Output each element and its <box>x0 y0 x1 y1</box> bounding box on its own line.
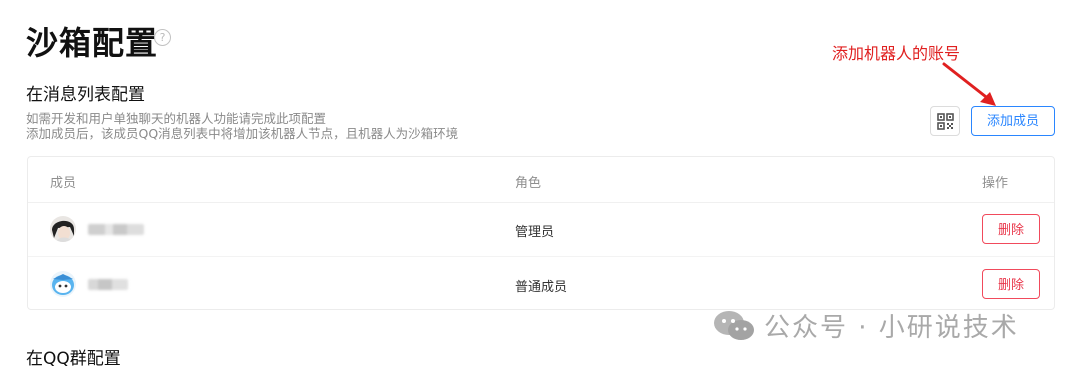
section-title-qq-group: 在QQ群配置 <box>26 349 121 369</box>
page-title: 沙箱配置 <box>26 24 159 62</box>
column-header-member: 成员 <box>50 176 77 191</box>
section-title-message-list: 在消息列表配置 <box>26 85 145 105</box>
section-description-line-1: 如需开发和用户单独聊天的机器人功能请完成此项配置 <box>26 111 327 126</box>
wechat-icon <box>714 311 754 340</box>
member-name-redacted <box>88 224 144 235</box>
avatar <box>50 216 76 242</box>
table-row: 普通成员 删除 <box>28 257 1054 311</box>
qr-code-button[interactable] <box>930 106 960 136</box>
dark-hair-avatar-icon <box>50 216 76 242</box>
avatar <box>50 271 76 297</box>
delete-button[interactable]: 删除 <box>982 214 1040 244</box>
blue-character-avatar-icon <box>50 271 76 297</box>
add-member-button[interactable]: 添加成员 <box>971 106 1055 136</box>
annotation-arrow-icon <box>942 62 996 106</box>
member-name-redacted <box>88 279 128 290</box>
role-label: 管理员 <box>515 225 555 240</box>
section-description-line-2: 添加成员后，该成员QQ消息列表中将增加该机器人节点，且机器人为沙箱环境 <box>26 126 459 141</box>
qr-code-icon <box>937 113 954 130</box>
help-icon[interactable]: ? <box>154 29 171 46</box>
column-header-action: 操作 <box>982 176 1009 191</box>
role-label: 普通成员 <box>515 280 568 295</box>
delete-button[interactable]: 删除 <box>982 269 1040 299</box>
members-table: 成员 角色 操作 管理员 删除 普通成员 删除 <box>27 156 1055 310</box>
table-row: 管理员 删除 <box>28 202 1054 257</box>
table-header: 成员 角色 操作 <box>28 157 1054 203</box>
column-header-role: 角色 <box>515 176 542 191</box>
watermark-text: 公众号 · 小研说技术 <box>764 313 1019 343</box>
